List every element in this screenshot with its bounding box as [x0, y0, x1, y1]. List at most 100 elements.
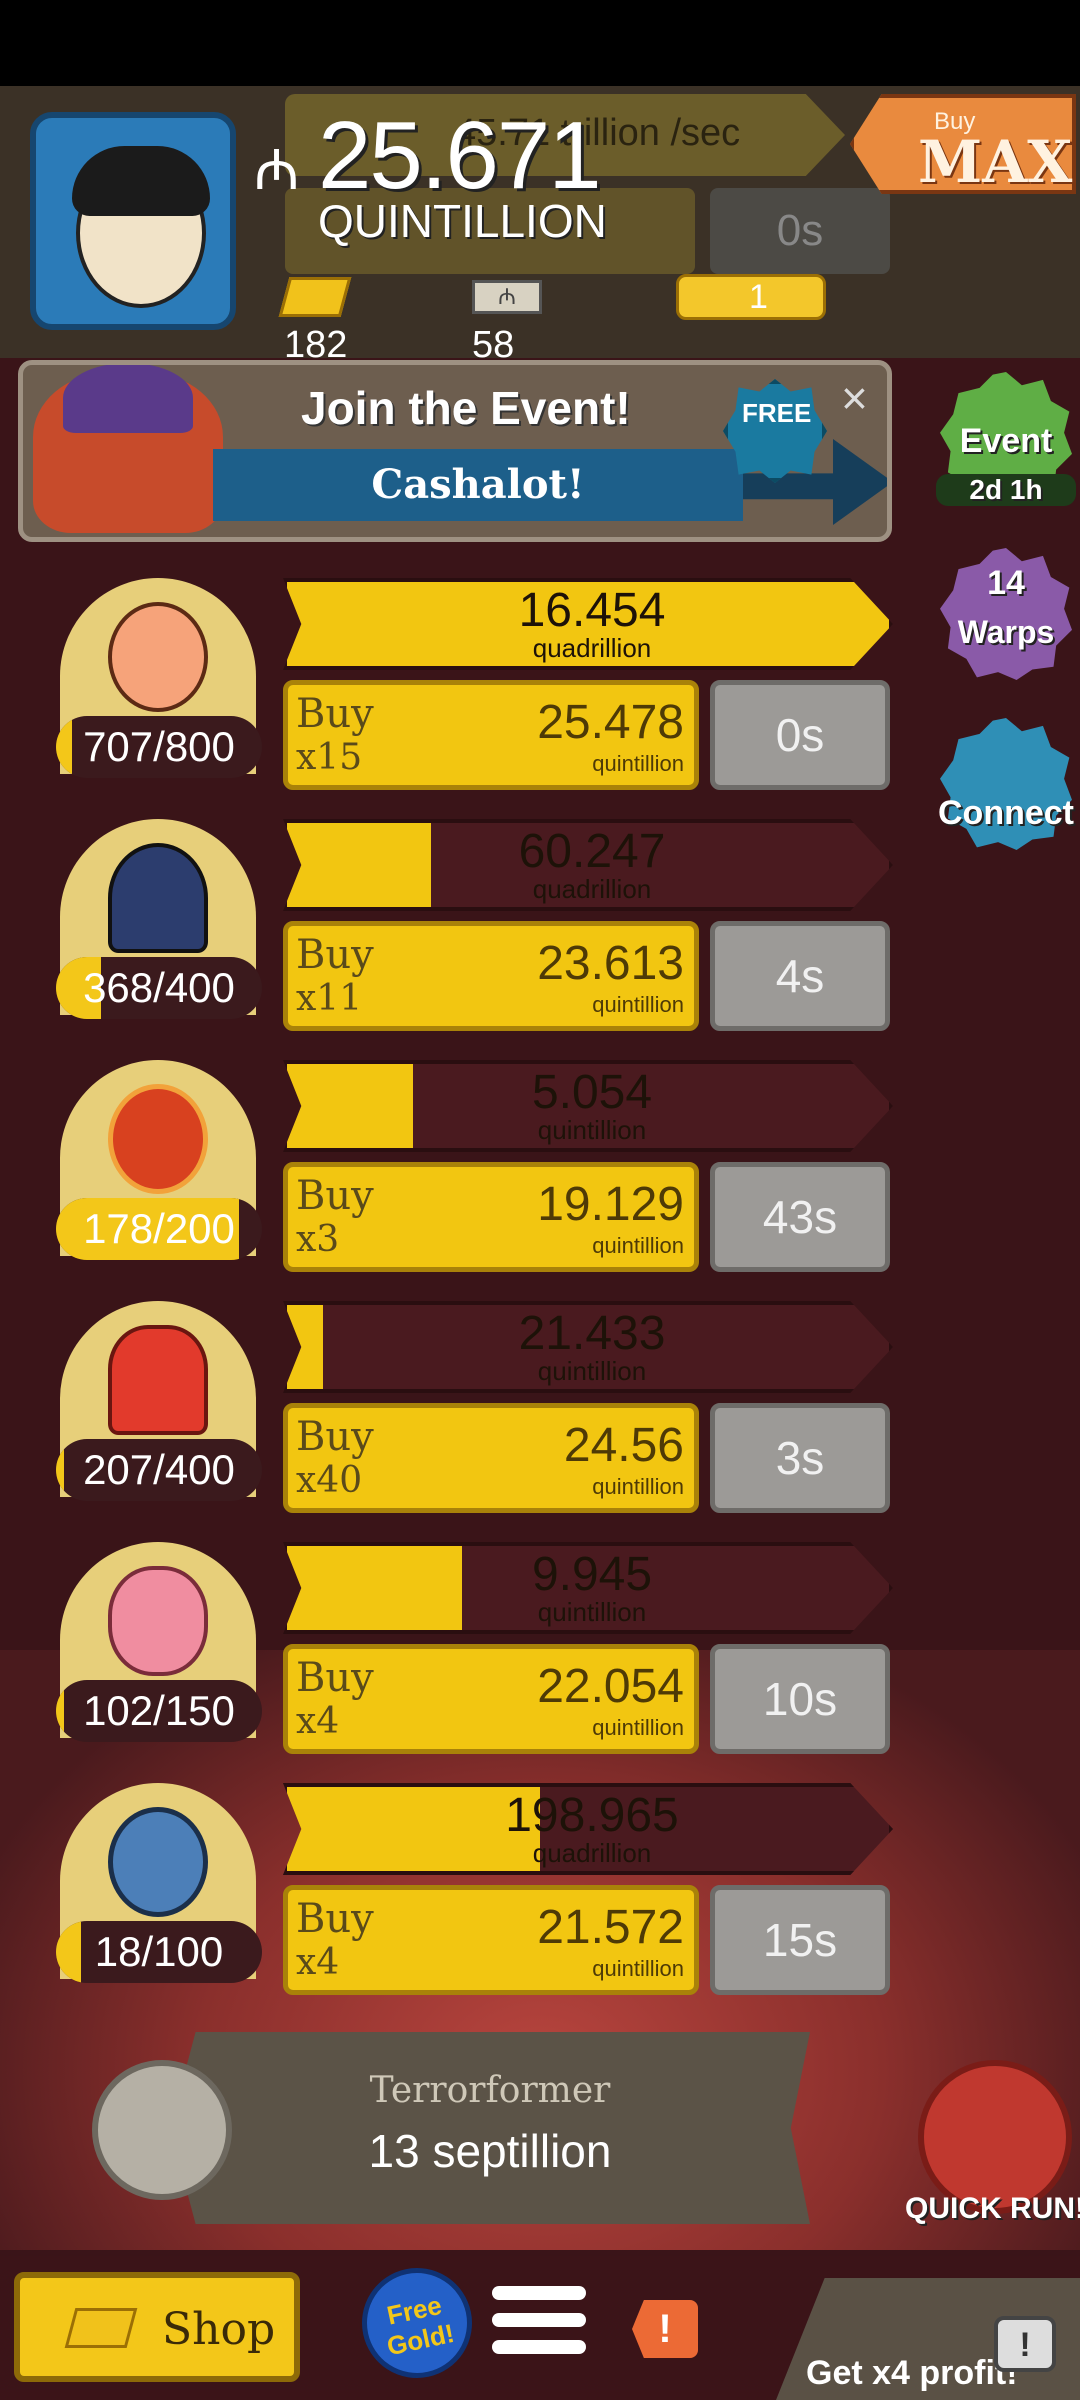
shop-gem-icon	[64, 2308, 138, 2348]
player-avatar[interactable]	[30, 112, 236, 330]
buy-label: Buy	[296, 932, 374, 978]
buy-cost: 24.56	[563, 1419, 684, 1472]
bottom-bar: Shop Free Gold! ! Get x4 profit! !	[0, 2256, 1080, 2400]
profit-value: 60.247	[518, 825, 666, 878]
quick-run-button[interactable]	[918, 2060, 1072, 2214]
alert-icon[interactable]: !	[632, 2300, 698, 2358]
profit-progress-bar[interactable]: 198.965 quadrillion	[283, 1783, 893, 1875]
next-unlock-banner: Terrorformer 13 septillion	[170, 2032, 810, 2224]
face-icon	[108, 602, 208, 712]
event-side-timer: 2d 1h	[936, 474, 1076, 506]
gold-gem-icon	[278, 276, 352, 317]
cycle-timer: 3s	[710, 1403, 890, 1513]
x4-profit-label: Get x4 profit!	[806, 2354, 1018, 2392]
owned-count-pill: 368/400	[56, 957, 262, 1019]
owned-count-pill: 102/150	[56, 1680, 262, 1742]
event-side-label: Event	[959, 422, 1053, 460]
menu-icon[interactable]	[492, 2286, 586, 2366]
buy-cost-unit: quintillion	[592, 1474, 684, 1499]
avatar-hair	[72, 146, 210, 216]
buy-button[interactable]: Buy x3 19.129 quintillion	[283, 1162, 699, 1272]
status-bar	[0, 0, 1080, 86]
owned-count-pill: 207/400	[56, 1439, 262, 1501]
profit-unit: quadrillion	[532, 1838, 652, 1868]
owned-count: 178/200	[83, 1205, 235, 1252]
free-gold-button[interactable]: Free Gold!	[351, 2257, 483, 2389]
owned-count: 18/100	[94, 1928, 224, 1975]
buy-button[interactable]: Buy x15 25.478 quintillion	[283, 680, 699, 790]
buy-cost-unit: quintillion	[592, 1233, 684, 1258]
profit-value: 21.433	[518, 1307, 666, 1360]
profit-value: 5.054	[531, 1066, 653, 1119]
profit-progress-bar[interactable]: 9.945 quintillion	[283, 1542, 893, 1634]
buy-label: Buy	[296, 1414, 374, 1460]
profit-progress-bar[interactable]: 21.433 quintillion	[283, 1301, 893, 1393]
buy-label: Buy	[296, 691, 374, 737]
buy-quantity: x11	[296, 978, 363, 1019]
buy-cost-unit: quintillion	[592, 751, 684, 776]
ghost-timer: 0s	[710, 188, 890, 274]
diving-helmet-icon	[108, 1807, 208, 1917]
profit-value: 16.454	[518, 584, 666, 637]
beetle-icon	[108, 843, 208, 953]
profit-progress-bar[interactable]: 5.054 quintillion	[283, 1060, 893, 1152]
ticket-value: 1	[749, 277, 768, 316]
owned-count: 207/400	[83, 1446, 235, 1493]
owned-count-fill	[56, 1439, 65, 1501]
buy-button[interactable]: Buy x11 23.613 quintillion	[283, 921, 699, 1031]
business-row: 178/200 5.054 quintillion Buy x3 19.129 quin…	[0, 1060, 1080, 1300]
dollar-coin-icon	[108, 1084, 208, 1194]
free-label: FREE	[742, 398, 812, 428]
business-row: 18/100 198.965 quadrillion Buy x4 21.572 qui…	[0, 1783, 1080, 2023]
event-subtitle: Cashalot!	[213, 449, 743, 521]
ticket-icon: 1	[676, 273, 826, 320]
owned-count-fill	[56, 1680, 65, 1742]
owned-count-fill	[56, 716, 73, 778]
owned-count: 368/400	[83, 964, 235, 1011]
next-unlock-name: Terrorformer	[369, 2070, 611, 2111]
event-title: Join the Event!	[301, 382, 631, 434]
buy-quantity: x3	[296, 1219, 340, 1260]
buy-cost: 23.613	[537, 937, 684, 990]
profit-progress-bar[interactable]: 16.454 quadrillion	[283, 578, 893, 670]
money-unit: QUINTILLION	[318, 195, 607, 247]
owned-count-pill: 178/200	[56, 1198, 262, 1260]
jester-hat-icon	[63, 365, 193, 433]
profit-unit: quintillion	[537, 1597, 647, 1627]
cycle-timer: 43s	[710, 1162, 890, 1272]
owned-count: 707/800	[83, 723, 235, 770]
owned-count-pill: 18/100	[56, 1921, 262, 1983]
buy-cost: 25.478	[537, 696, 684, 749]
buy-max-big-label: MAX	[918, 128, 1073, 196]
free-gold-badge: FREE	[723, 379, 827, 483]
quick-run-label: QUICK RUN!	[905, 2192, 1080, 2225]
buy-quantity: x40	[296, 1460, 363, 1501]
profit-unit: quadrillion	[532, 633, 652, 663]
buy-button[interactable]: Buy x4 22.054 quintillion	[283, 1644, 699, 1754]
buy-quantity: x4	[296, 1942, 340, 1983]
gold-counter[interactable]: 182	[278, 270, 356, 366]
jester-character-icon	[33, 365, 223, 533]
next-unlock-amount: 13 septillion	[368, 2125, 612, 2177]
ticket-counter[interactable]: 1	[676, 270, 826, 320]
megabucks-counter[interactable]: ₼58	[472, 270, 554, 366]
business-row: 707/800 16.454 quadrillion Buy x15 25.478 qu…	[0, 578, 1080, 818]
buy-cost: 21.572	[537, 1901, 684, 1954]
close-icon[interactable]: ×	[841, 371, 868, 425]
brain-sunglasses-icon	[108, 1566, 208, 1676]
x4-profit-button[interactable]: Get x4 profit! !	[776, 2278, 1080, 2400]
buy-cost-unit: quintillion	[592, 992, 684, 1017]
profit-value: 9.945	[531, 1548, 653, 1601]
event-side-button[interactable]: Event 2d 1h	[936, 372, 1076, 506]
event-banner[interactable]: Join the Event! Cashalot! FREE ×	[18, 360, 892, 542]
buy-max-button[interactable]: Buy MAX	[850, 94, 1076, 194]
cycle-timer: 10s	[710, 1644, 890, 1754]
profit-progress-bar[interactable]: 60.247 quadrillion	[283, 819, 893, 911]
buy-cost: 22.054	[537, 1660, 684, 1713]
buy-button[interactable]: Buy x40 24.56 quintillion	[283, 1403, 699, 1513]
owned-count-fill	[56, 1921, 81, 1983]
cycle-timer: 0s	[710, 680, 890, 790]
shop-button[interactable]: Shop	[14, 2272, 300, 2382]
buy-button[interactable]: Buy x4 21.572 quintillion	[283, 1885, 699, 1995]
business-row: 368/400 60.247 quadrillion Buy x11 23.613 qu…	[0, 819, 1080, 1059]
